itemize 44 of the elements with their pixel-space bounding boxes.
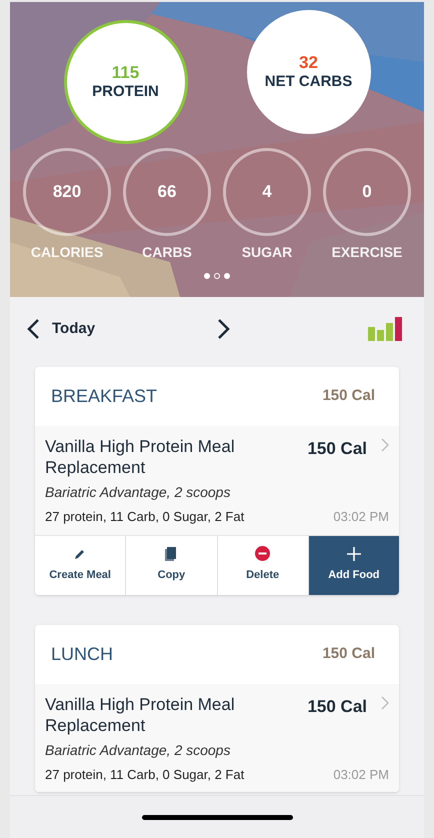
food-time: 03:02 PM [333,766,389,784]
home-indicator[interactable] [142,814,292,820]
goal-value: 32 [299,52,318,74]
food-macros: 27 protein, 11 Carb, 0 Sugar, 2 Fat [45,766,244,784]
meal-title: LUNCH [51,642,114,666]
food-time: 03:02 PM [333,508,389,526]
food-detail: Bariatric Advantage, 2 scoops [45,740,232,760]
previous-day-button[interactable] [26,318,40,340]
goal-value: 115 [112,62,140,84]
stat-label: CARBS [142,243,192,262]
minus-circle-icon [255,546,270,562]
food-detail: Bariatric Advantage, 2 scoops [45,483,232,502]
action-button[interactable]: Delete [216,536,308,594]
stat-value: 0 [362,181,372,204]
action-button[interactable]: Create Meal [35,536,126,594]
food-name: Vanilla High Protein Meal Replacement [45,436,236,478]
action-button[interactable]: Add Food [308,536,399,594]
plus-icon [346,546,361,561]
next-day-button[interactable] [217,318,232,340]
chevron-right-icon [381,438,389,452]
chevron-right-icon [381,696,389,710]
food-calories: 150 Cal [307,696,367,718]
goal-label: PROTEIN [92,83,159,102]
stat-value: 820 [52,181,82,204]
stat-label: SUGAR [242,243,292,262]
goal-label: NET CARBS [264,73,352,92]
stat-value: 4 [262,181,272,204]
action-button[interactable]: Copy [125,536,216,594]
food-entry[interactable]: Vanilla High Protein Meal Replacement 150 Cal Bariatric Advantage, 2 scoops 27 protein, 11 Carb, 0 Sugar, 2 Fat 03:02 PM [35,684,399,792]
food-name: Vanilla High Protein Meal Replacement [45,694,236,736]
chevron-left-icon [26,318,40,340]
stat-label: CALORIES [30,243,104,262]
chevron-right-icon [217,318,232,340]
meal-title: BREAKFAST [51,385,158,408]
food-macros: 27 protein, 11 Carb, 0 Sugar, 2 Fat [45,508,244,526]
pencil-icon [74,548,86,560]
meal-calories: 150 Cal [322,386,375,406]
food-entry[interactable]: Vanilla High Protein Meal Replacement 150 Cal Bariatric Advantage, 2 scoops 27 protein, 11 Carb, 0 Sugar, 2 Fat 03:02 PM [35,426,399,534]
meal-calories: 150 Cal [322,644,375,664]
date-label: Today [52,318,96,339]
stat-label: EXERCISE [332,243,402,262]
copy-icon [165,546,178,561]
food-calories: 150 Cal [307,438,367,460]
stat-value: 66 [158,181,176,204]
